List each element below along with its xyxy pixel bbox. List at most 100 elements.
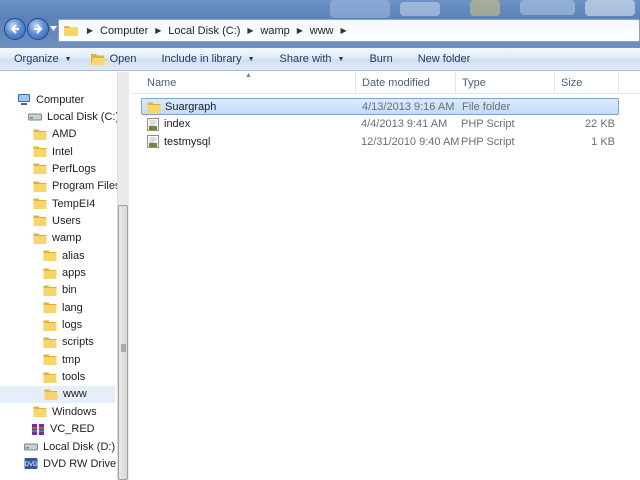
command-bar: Organize ▼ Open Include in library ▼ Sha… [0,48,640,71]
file-type: PHP Script [461,135,515,148]
breadcrumb-wamp[interactable]: wamp [255,25,294,37]
include-in-library-label: Include in library [161,53,242,65]
php-script-icon [147,117,159,131]
nav-item-tmp[interactable]: tmp [43,351,80,368]
navigation-pane: Computer Local Disk (C:) AMD Intel PerfLogs P… [0,72,117,480]
nav-item-program-files[interactable]: Program Files [33,178,117,195]
scroll-grip-icon [121,344,126,352]
breadcrumb-separator-icon[interactable]: ▶ [153,26,163,35]
file-row[interactable]: testmysql 12/31/2010 9:40 AM PHP Script 1 K… [141,133,619,150]
organize-label: Organize [14,53,59,65]
breadcrumb-separator-icon[interactable]: ▶ [339,26,349,35]
file-date-modified: 4/13/2013 9:16 AM [362,100,455,113]
file-type: File folder [462,100,511,113]
include-in-library-button[interactable]: Include in library ▼ [146,48,264,71]
nav-item-label: VC_RED [50,423,95,436]
arrow-right-icon [34,24,43,34]
history-dropdown-icon[interactable] [50,26,57,32]
breadcrumb-www[interactable]: www [305,25,339,37]
nav-item-label: AMD [52,128,77,141]
nav-item-label: Program Files [52,180,117,193]
column-header-type[interactable]: Type [456,72,555,94]
column-header-date-modified[interactable]: Date modified [356,72,456,94]
folder-icon [44,389,58,400]
file-row[interactable]: Suargraph 4/13/2013 9:16 AM File folder [141,98,619,115]
new-folder-button[interactable]: New folder [402,48,480,71]
nav-item-label: DVD RW Drive (E: [43,457,117,470]
nav-item-label: TempEI4 [52,197,96,210]
nav-item-vc-red[interactable]: VC_RED [31,421,95,438]
nav-item-tools[interactable]: tools [43,369,85,386]
nav-item-alias[interactable]: alias [43,247,85,264]
nav-item-logs[interactable]: logs [43,317,82,334]
navigation-scrollbar-thumb[interactable] [118,205,128,480]
back-button[interactable] [4,18,26,40]
svg-text:DVD: DVD [25,462,38,468]
dvd-drive-icon: DVD [24,458,38,470]
file-row[interactable]: index 4/4/2013 9:41 AM PHP Script 22 KB [141,116,619,133]
file-size: 22 KB [585,118,615,130]
nav-item-label: tools [62,371,86,384]
address-bar[interactable]: ▶ Computer ▶ Local Disk (C:) ▶ wamp ▶ ww… [58,19,640,42]
nav-item-local-disk-d[interactable]: Local Disk (D:) [24,438,115,455]
nav-item-lang[interactable]: lang [43,299,83,316]
nav-item-dvd-rw-drive-e[interactable]: DVD DVD RW Drive (E: [24,455,117,472]
nav-item-amd[interactable]: AMD [33,126,76,143]
nav-item-tempei4[interactable]: TempEI4 [33,195,95,212]
open-button[interactable]: Open [81,48,146,71]
arrow-left-icon [10,24,19,34]
file-name: index [164,118,191,130]
column-header-size[interactable]: Size [555,72,619,94]
folder-icon [33,129,47,140]
folder-icon [33,215,47,227]
organize-button[interactable]: Organize ▼ [0,48,81,71]
window-titlebar: ▶ Computer ▶ Local Disk (C:) ▶ wamp ▶ ww… [0,0,640,48]
nav-item-label: tmp [62,353,81,366]
archive-icon [32,423,44,435]
folder-icon [33,146,47,158]
folder-icon [43,285,57,296]
nav-item-scripts[interactable]: scripts [43,334,94,351]
folder-icon [33,181,47,192]
column-header-type-label: Type [462,77,486,89]
breadcrumb-computer[interactable]: Computer [95,25,153,37]
folder-icon [33,163,47,175]
folder-icon [43,354,57,366]
burn-button[interactable]: Burn [353,48,401,71]
folder-icon [33,406,47,418]
nav-item-label: Computer [36,93,85,106]
folder-icon [43,250,57,262]
open-label: Open [109,53,137,65]
burn-label: Burn [369,53,393,65]
nav-item-label: PerfLogs [52,162,97,175]
file-date-modified: 4/4/2013 9:41 AM [361,118,448,130]
nav-item-label: Intel [52,145,73,158]
breadcrumb-local-disk-c[interactable]: Local Disk (C:) [163,25,245,37]
folder-icon [43,268,57,279]
breadcrumb-separator-icon[interactable]: ▶ [245,26,255,35]
nav-item-computer[interactable]: Computer [17,91,84,108]
nav-item-label: Users [52,214,81,227]
nav-item-wamp[interactable]: wamp [33,230,81,247]
forward-button[interactable] [27,18,49,40]
nav-item-apps[interactable]: apps [43,265,86,282]
nav-item-label: www [63,388,87,401]
nav-item-label: scripts [62,336,94,349]
breadcrumb-separator-icon[interactable]: ▶ [85,26,95,35]
drive-icon [24,443,38,451]
nav-item-www[interactable]: www [0,385,115,403]
chevron-down-icon: ▼ [64,55,72,63]
nav-item-users[interactable]: Users [33,212,81,229]
nav-item-bin[interactable]: bin [43,282,77,299]
nav-item-label: Local Disk (D:) [43,440,116,453]
share-with-button[interactable]: Share with ▼ [264,48,354,71]
nav-item-windows[interactable]: Windows [33,403,97,420]
folder-icon [147,102,161,113]
chevron-down-icon: ▼ [337,55,345,63]
file-name: testmysql [164,135,211,148]
nav-item-perflogs[interactable]: PerfLogs [33,160,96,177]
nav-item-local-disk-c[interactable]: Local Disk (C:) [28,108,117,125]
breadcrumb-separator-icon[interactable]: ▶ [295,26,305,35]
nav-item-intel[interactable]: Intel [33,143,73,160]
folder-icon [64,26,78,36]
